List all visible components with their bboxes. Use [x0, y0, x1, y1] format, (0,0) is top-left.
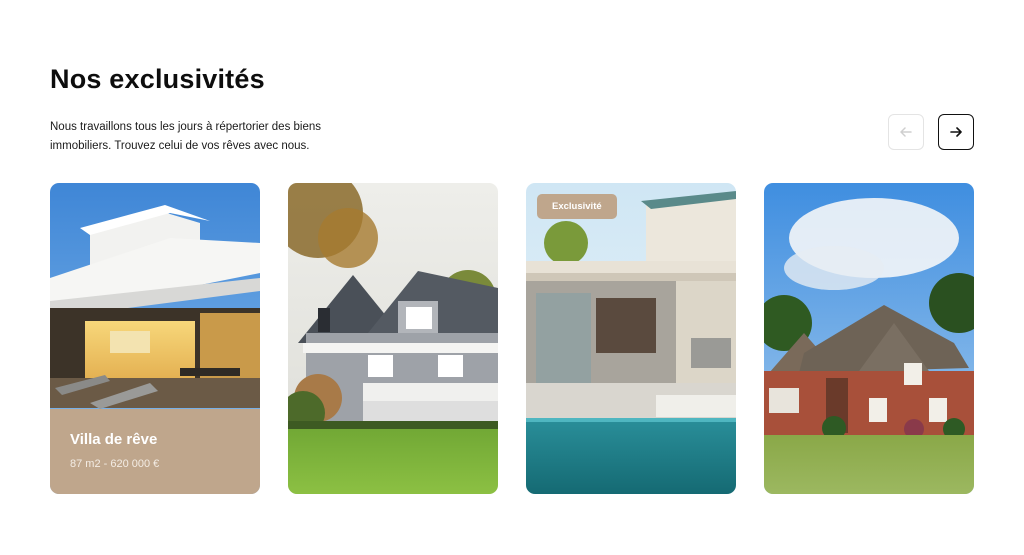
carousel-prev-button[interactable]: [888, 114, 924, 150]
property-card[interactable]: Exclusivité: [526, 183, 736, 494]
property-card[interactable]: [764, 183, 974, 494]
section-title: Nos exclusivités: [50, 64, 265, 94]
property-card[interactable]: [288, 183, 498, 494]
carousel-next-button[interactable]: [938, 114, 974, 150]
card-info-panel: Villa de rêve 87 m2 - 620 000 €: [50, 409, 260, 494]
brick-house-photo: [764, 183, 974, 494]
arrow-left-icon: [900, 127, 912, 137]
section-description: Nous travaillons tous les jours à répert…: [50, 121, 322, 152]
arrow-right-icon: [950, 127, 962, 137]
property-details: 87 m2 - 620 000 €: [70, 458, 160, 470]
property-title: Villa de rêve: [70, 431, 158, 448]
exclusive-badge: Exclusivité: [537, 194, 617, 219]
property-card[interactable]: Villa de rêve 87 m2 - 620 000 €: [50, 183, 260, 494]
modern-pool-house-photo: [526, 183, 736, 494]
shingle-house-photo: [288, 183, 498, 494]
